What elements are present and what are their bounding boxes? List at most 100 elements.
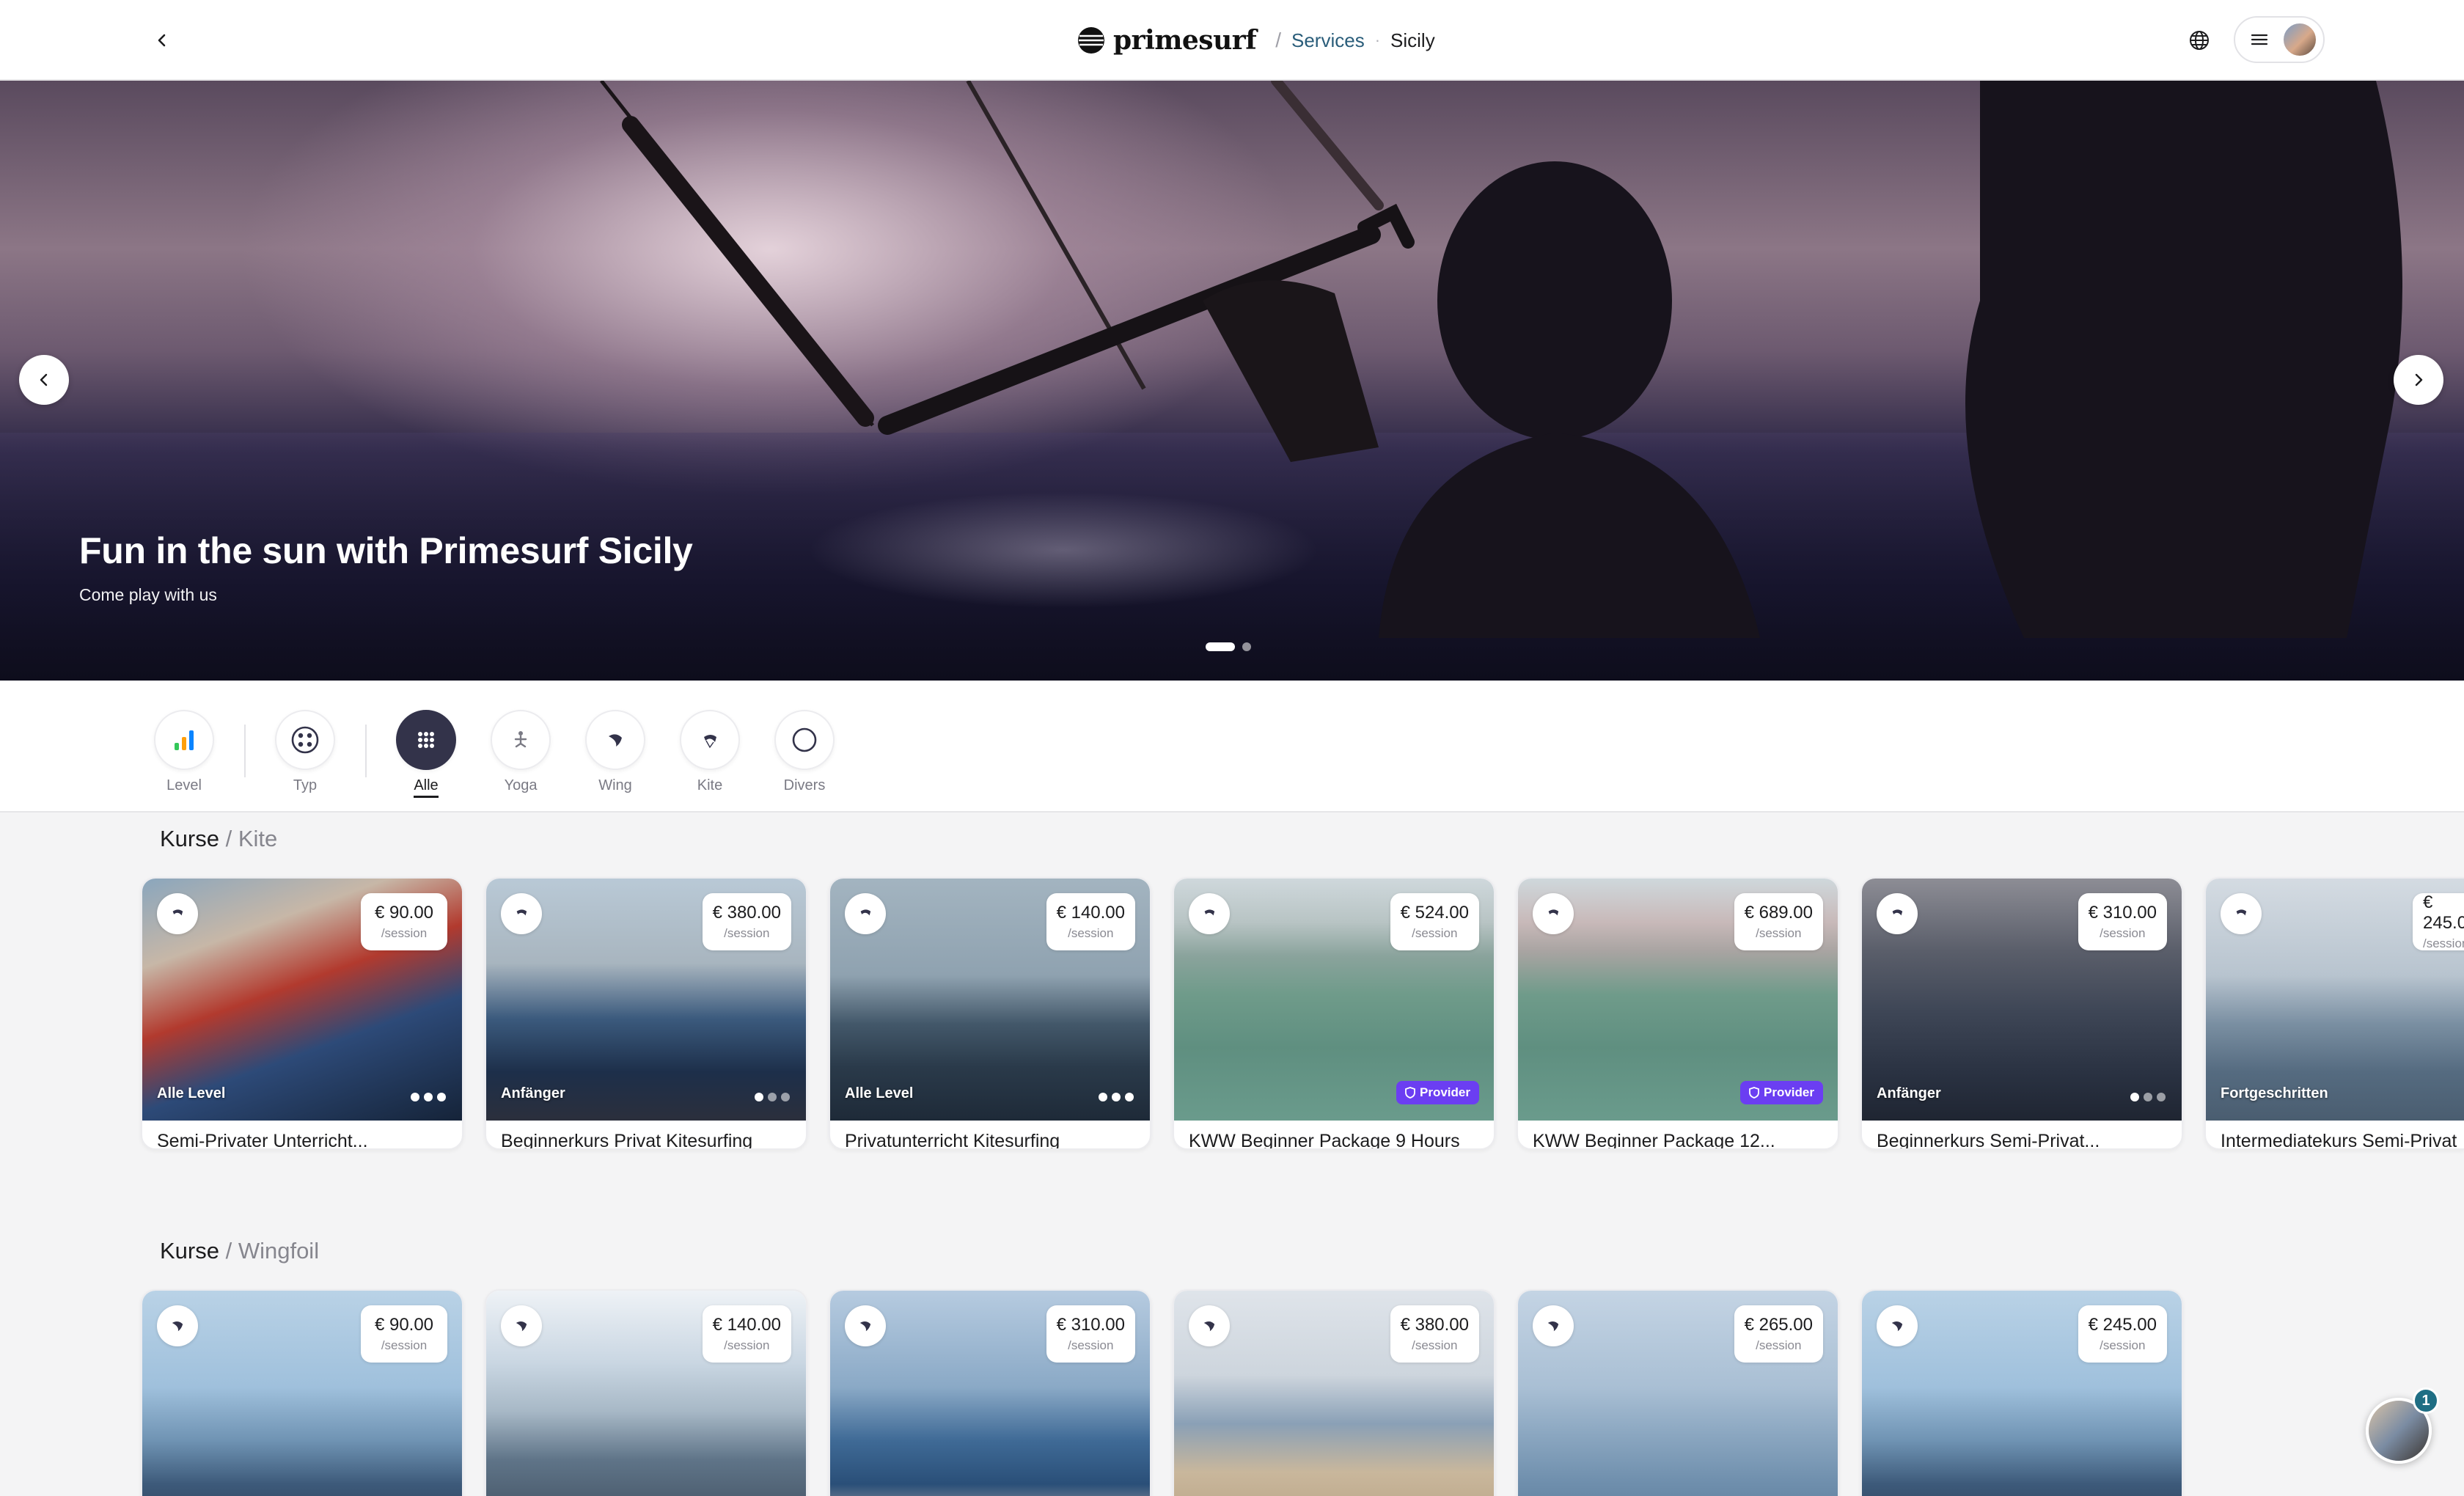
hero-prev-button[interactable] <box>19 355 69 405</box>
wing-icon <box>1877 1305 1918 1346</box>
price-box: € 310.00/session <box>2078 893 2167 950</box>
price-box: € 524.00/session <box>1390 893 1479 950</box>
course-card[interactable]: € 140.00/session Alle Level Privatunterr… <box>829 877 1151 1150</box>
course-name: Beginnerkurs Privat Kitesurfing <box>501 1131 753 1150</box>
level-tag: Alle Level <box>157 1085 226 1101</box>
course-card[interactable]: € 310.00/session <box>829 1289 1151 1496</box>
photo-dots <box>411 1093 446 1101</box>
course-card[interactable]: € 265.00/session <box>1517 1289 1839 1496</box>
hero-title: Fun in the sun with Primesurf Sicily <box>79 530 693 571</box>
hero-dot-1[interactable] <box>1206 642 1235 651</box>
wing-icon <box>157 1305 198 1346</box>
course-name: KWW Beginner Package 9 Hours <box>1189 1131 1460 1150</box>
hero-pagination <box>1206 642 1251 651</box>
course-card[interactable]: € 380.00/session <box>1173 1289 1495 1496</box>
photo-dots <box>1099 1093 1134 1101</box>
wing-icon <box>1533 1305 1574 1346</box>
hamburger-menu-icon <box>2251 34 2268 45</box>
chevron-left-icon <box>158 34 166 47</box>
yoga-icon <box>514 731 527 748</box>
kite-icon <box>1533 893 1574 934</box>
breadcrumb-dot: · <box>1374 31 1381 49</box>
chat-notification-badge: 1 <box>2413 1387 2439 1414</box>
filter-wing[interactable]: Wing <box>575 710 656 798</box>
filter-yoga[interactable]: Yoga <box>480 710 561 798</box>
wing-icon <box>1189 1305 1230 1346</box>
section-title-kite: Kurse / Kite <box>160 826 278 851</box>
primesurf-logo-icon <box>1078 27 1104 54</box>
hero-carousel: Fun in the sun with Primesurf Sicily Com… <box>0 81 2464 681</box>
user-menu-button[interactable] <box>2234 16 2325 63</box>
price-box: € 380.00/session <box>702 893 791 950</box>
course-card[interactable]: € 689.00/session Provider KWW Beginner P… <box>1517 877 1839 1150</box>
top-header: primesurf / Services · Sicily <box>0 0 2464 81</box>
hero-next-button[interactable] <box>2394 355 2443 405</box>
level-tag: Alle Level <box>845 1085 914 1101</box>
breadcrumb-current: Sicily <box>1390 29 1435 51</box>
brand-breadcrumb: primesurf / Services · Sicily <box>1077 22 1435 59</box>
price-box: € 245.00/session <box>2413 892 2464 950</box>
kite-icon <box>501 893 542 934</box>
level-bars-icon <box>175 730 194 750</box>
kite-icon <box>157 893 198 934</box>
filter-separator <box>365 725 367 777</box>
course-card[interactable]: € 310.00/session Anfänger Beginnerkurs S… <box>1860 877 2183 1150</box>
filter-separator <box>244 725 246 777</box>
chevron-right-icon <box>2415 373 2423 386</box>
photo-dots <box>2130 1093 2166 1101</box>
kite-icon <box>1189 893 1230 934</box>
hero-photo-silhouettes <box>600 81 2402 638</box>
level-tag: Fortgeschritten <box>2221 1085 2328 1101</box>
kite-icon <box>1877 893 1918 934</box>
kite-icon <box>704 735 716 749</box>
filter-level[interactable]: Level <box>144 710 224 798</box>
filter-kite[interactable]: Kite <box>670 710 750 798</box>
section-title-wingfoil: Kurse / Wingfoil <box>160 1238 320 1264</box>
language-button[interactable] <box>2181 22 2218 59</box>
shield-icon <box>1749 1087 1759 1099</box>
hero-dot-2[interactable] <box>1242 642 1251 651</box>
wing-icon <box>501 1305 542 1346</box>
filter-typ[interactable]: Typ <box>265 710 345 798</box>
filter-alle[interactable]: Alle <box>386 710 466 798</box>
price-box: € 140.00/session <box>1046 893 1135 950</box>
course-card[interactable]: € 90.00/session <box>141 1289 463 1496</box>
level-tag: Anfänger <box>501 1085 565 1101</box>
all-grid-icon <box>418 732 434 748</box>
course-card[interactable]: € 380.00/session Anfänger Beginnerkurs P… <box>485 877 807 1150</box>
course-card[interactable]: € 140.00/session <box>485 1289 807 1496</box>
brand-name[interactable]: primesurf <box>1113 25 1257 56</box>
course-name: Intermediatekurs Semi-Privat <box>2221 1131 2457 1150</box>
level-tag: Anfänger <box>1877 1085 1941 1101</box>
kite-icon <box>2221 893 2262 934</box>
price-box: € 380.00/session <box>1390 1305 1479 1363</box>
course-card[interactable]: € 245.00/session Fortgeschritten Interme… <box>2204 877 2464 1150</box>
course-name: Semi-Privater Unterricht... <box>157 1131 368 1150</box>
wing-icon <box>609 734 622 747</box>
price-box: € 689.00/session <box>1734 893 1823 950</box>
course-card[interactable]: € 524.00/session Provider KWW Beginner P… <box>1173 877 1495 1150</box>
breadcrumb-services[interactable]: Services <box>1291 29 1365 52</box>
type-grid-icon <box>291 726 319 754</box>
user-avatar <box>2282 22 2317 57</box>
breadcrumb-separator: / <box>1275 29 1281 51</box>
price-box: € 245.00/session <box>2078 1305 2167 1363</box>
photo-dots <box>755 1093 790 1101</box>
globe-icon <box>2190 31 2209 50</box>
shield-icon <box>1405 1087 1415 1099</box>
category-filter-bar: Level Typ Alle Yoga Wing Kite Divers <box>0 681 2464 813</box>
course-card[interactable]: € 90.00/session Alle Level Semi-Privater… <box>141 877 463 1150</box>
price-box: € 310.00/session <box>1046 1305 1135 1363</box>
course-card[interactable]: € 245.00/session <box>1860 1289 2183 1496</box>
kite-icon <box>845 893 886 934</box>
price-box: € 90.00/session <box>361 1305 447 1363</box>
wing-icon <box>845 1305 886 1346</box>
provider-badge: Provider <box>1396 1081 1479 1104</box>
filter-divers[interactable]: Divers <box>764 710 845 798</box>
price-box: € 265.00/session <box>1734 1305 1823 1363</box>
course-name: Privatunterricht Kitesurfing <box>845 1131 1060 1150</box>
back-button[interactable] <box>144 22 180 59</box>
provider-badge: Provider <box>1740 1081 1823 1104</box>
chevron-left-icon <box>40 373 48 386</box>
price-box: € 140.00/session <box>702 1305 791 1363</box>
